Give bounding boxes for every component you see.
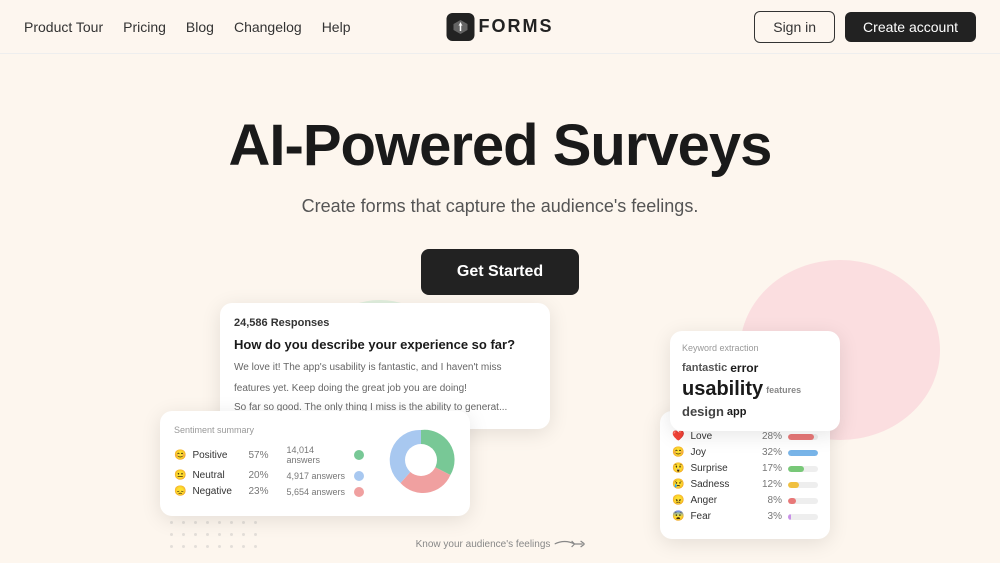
feel-bar-anger xyxy=(788,498,796,504)
keywords-card: Keyword extraction fantastic error usabi… xyxy=(670,331,840,431)
feel-emoji-sadness: 😢 xyxy=(672,479,684,490)
feel-pct-surprise: 17% xyxy=(758,463,782,474)
sentiment-count-neutral: 4,917 answers xyxy=(286,471,346,481)
keywords-label: Keyword extraction xyxy=(682,343,828,353)
feel-pct-fear: 3% xyxy=(758,511,782,522)
feel-label-surprise: Surprise xyxy=(690,463,752,474)
feel-bar-wrap-sadness xyxy=(788,482,818,488)
feel-row-fear: 😨 Fear 3% xyxy=(672,511,818,522)
sentiment-indicator-neutral xyxy=(354,471,364,481)
nav-left: Product Tour Pricing Blog Changelog Help xyxy=(24,19,500,35)
survey-question: How do you describe your experience so f… xyxy=(234,337,536,352)
sentiment-pct-negative: 23% xyxy=(248,486,280,497)
know-feelings-label: Know your audience's feelings xyxy=(416,537,585,551)
feel-bar-love xyxy=(788,434,814,440)
feel-bar-wrap-love xyxy=(788,434,818,440)
feel-bar-wrap-surprise xyxy=(788,466,818,472)
feel-emoji-surprise: 😲 xyxy=(672,463,684,474)
nav-link-blog[interactable]: Blog xyxy=(186,19,214,35)
feel-bar-fear xyxy=(788,514,791,520)
create-account-button[interactable]: Create account xyxy=(845,12,976,42)
sentiment-emoji-neutral: 😐 xyxy=(174,470,186,481)
feel-pct-joy: 32% xyxy=(758,447,782,458)
kw-features: features xyxy=(766,385,801,395)
feel-bar-wrap-fear xyxy=(788,514,818,520)
kw-usability: usability xyxy=(682,378,763,401)
sentiment-card: Sentiment summary 😊 Positive 57% 14,014 … xyxy=(160,411,470,516)
sentiment-name-negative: Negative xyxy=(192,486,242,497)
feel-emoji-joy: 😊 xyxy=(672,447,684,458)
answer-text-1-cont: features yet. Keep doing the great job y… xyxy=(234,381,536,396)
nav-link-pricing[interactable]: Pricing xyxy=(123,19,166,35)
nav-link-changelog[interactable]: Changelog xyxy=(234,19,302,35)
feel-pct-sadness: 12% xyxy=(758,479,782,490)
feel-bar-surprise xyxy=(788,466,804,472)
feel-row-anger: 😠 Anger 8% xyxy=(672,495,818,506)
response-count: 24,586 Responses xyxy=(234,317,536,329)
hero-title: AI-Powered Surveys xyxy=(0,114,1000,178)
feel-label-love: Love xyxy=(690,431,752,442)
pie-chart xyxy=(386,425,456,500)
logo[interactable]: FORMS xyxy=(447,13,554,41)
sentiment-pct-positive: 57% xyxy=(248,450,280,461)
sentiment-name-neutral: Neutral xyxy=(192,470,242,481)
kw-fantastic: fantastic xyxy=(682,362,727,374)
hero-subtitle: Create forms that capture the audience's… xyxy=(0,196,1000,217)
sentiment-emoji-positive: 😊 xyxy=(174,450,186,461)
feel-label-fear: Fear xyxy=(690,511,752,522)
feel-bar-sadness xyxy=(788,482,799,488)
feel-row-surprise: 😲 Surprise 17% xyxy=(672,463,818,474)
hero-section: AI-Powered Surveys Create forms that cap… xyxy=(0,54,1000,295)
sentiment-pct-neutral: 20% xyxy=(248,470,280,481)
feel-label-joy: Joy xyxy=(690,447,752,458)
feel-row-love: ❤️ Love 28% xyxy=(672,431,818,442)
sentiment-emoji-negative: 😞 xyxy=(174,486,186,497)
kw-app: app xyxy=(727,406,747,418)
signin-button[interactable]: Sign in xyxy=(754,11,835,43)
feel-pct-anger: 8% xyxy=(758,495,782,506)
feel-emoji-anger: 😠 xyxy=(672,495,684,506)
nav-link-product-tour[interactable]: Product Tour xyxy=(24,19,103,35)
feel-bar-joy xyxy=(788,450,818,456)
sentiment-indicator-negative xyxy=(354,487,364,497)
feel-label-sadness: Sadness xyxy=(690,479,752,490)
feel-emoji-fear: 😨 xyxy=(672,511,684,522)
logo-text: FORMS xyxy=(479,16,554,37)
sentiment-name-positive: Positive xyxy=(192,450,242,461)
sentiment-indicator-positive xyxy=(354,450,364,460)
kw-design: design xyxy=(682,404,724,419)
get-started-button[interactable]: Get Started xyxy=(421,249,579,295)
kw-error: error xyxy=(730,361,758,375)
answer-text-1: We love it! The app's usability is fanta… xyxy=(234,360,536,375)
feel-pct-love: 28% xyxy=(758,431,782,442)
nav-right: Sign in Create account xyxy=(500,11,976,43)
sentiment-count-negative: 5,654 answers xyxy=(286,487,346,497)
feel-row-sadness: 😢 Sadness 12% xyxy=(672,479,818,490)
feel-emoji-love: ❤️ xyxy=(672,431,684,442)
dashboard-preview: 24,586 Responses How do you describe you… xyxy=(160,303,840,563)
feel-row-joy: 😊 Joy 32% xyxy=(672,447,818,458)
sentiment-count-positive: 14,014 answers xyxy=(286,445,346,465)
feel-label-anger: Anger xyxy=(690,495,752,506)
keyword-cloud: fantastic error usability features desig… xyxy=(682,361,828,419)
arrow-icon xyxy=(554,537,584,551)
logo-icon xyxy=(447,13,475,41)
feel-bar-wrap-anger xyxy=(788,498,818,504)
nav-link-help[interactable]: Help xyxy=(322,19,351,35)
navbar: Product Tour Pricing Blog Changelog Help… xyxy=(0,0,1000,54)
feel-bar-wrap-joy xyxy=(788,450,818,456)
